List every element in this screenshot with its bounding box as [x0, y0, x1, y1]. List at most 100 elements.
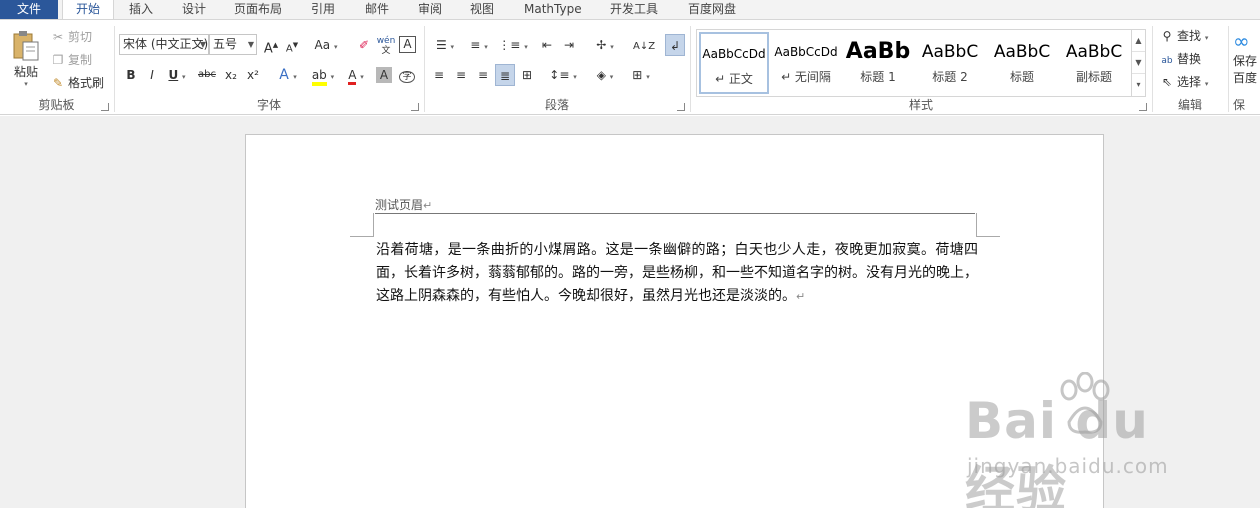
save-label: 保存 — [1233, 54, 1258, 68]
char-shading-button[interactable]: A — [376, 67, 392, 83]
line-spacing-button[interactable]: ↕≡ ▾ — [547, 64, 579, 86]
page-header[interactable]: 测试页眉↵ — [375, 196, 432, 213]
paste-icon — [13, 31, 39, 61]
tab-mailings[interactable]: 邮件 — [365, 0, 389, 19]
line-spacing-icon: ↕≡ — [549, 68, 570, 82]
chinese-layout-button[interactable]: ✢ ▾ — [589, 34, 621, 56]
bullets-button[interactable]: ☰ ▾ — [429, 34, 461, 56]
baidu-group: ∞ 保存 百度 保 — [1229, 20, 1260, 115]
font-size-select[interactable]: 五号 ▼ — [209, 34, 257, 55]
format-painter-button[interactable]: ✎ 格式刷 — [50, 73, 104, 93]
superscript-icon: x² — [247, 68, 259, 82]
enclose-char-button[interactable]: 字 — [397, 64, 417, 86]
tab-review[interactable]: 审阅 — [418, 0, 442, 19]
italic-icon: I — [150, 68, 154, 82]
copy-button[interactable]: ❐ 复制 — [50, 50, 92, 70]
clear-formatting-button[interactable]: ✐ — [354, 34, 374, 56]
find-button[interactable]: ⚲ 查找 ▾ — [1159, 26, 1209, 46]
font-name-value: 宋体 (中文正文) — [123, 37, 209, 51]
tab-developer[interactable]: 开发工具 — [610, 0, 658, 19]
sort-button[interactable]: A↓Z — [633, 34, 656, 56]
distributed-icon: ⊞ — [521, 68, 533, 82]
tab-baidu-netdisk[interactable]: 百度网盘 — [688, 0, 736, 19]
tab-references[interactable]: 引用 — [311, 0, 335, 19]
font-name-select[interactable]: 宋体 (中文正文) ▼ — [119, 34, 209, 55]
copy-label: 复制 — [68, 53, 93, 67]
highlight-button[interactable]: ab ▾ — [307, 64, 339, 86]
underline-button[interactable]: U ▾ — [163, 64, 191, 86]
distributed-button[interactable]: ⊞ — [517, 64, 537, 86]
watermark-url: jingyan.baidu.com — [967, 454, 1169, 478]
strikethrough-button[interactable]: abc — [195, 64, 219, 86]
bullet-list-icon: ☰ — [435, 38, 447, 52]
scissors-icon: ✂ — [52, 30, 64, 44]
show-marks-button[interactable]: ↲ — [665, 34, 685, 56]
enclose-char-icon: 字 — [399, 71, 415, 83]
numbering-button[interactable]: ≡ ▾ — [463, 34, 495, 56]
char-border-button[interactable]: A — [399, 36, 416, 53]
grow-font-icon: A — [263, 41, 273, 57]
justify-icon: ≣ — [499, 69, 511, 83]
header-text: 测试页眉 — [375, 198, 424, 212]
margin-corner-left — [350, 213, 374, 237]
shrink-font-button[interactable]: A▼ — [282, 34, 302, 56]
select-label: 选择 — [1177, 75, 1202, 89]
chevron-down-icon: ▼ — [199, 40, 206, 49]
subscript-button[interactable]: x₂ — [221, 64, 241, 86]
clipboard-launcher-icon[interactable] — [101, 103, 109, 111]
select-button[interactable]: ⇖ 选择 ▾ — [1159, 72, 1208, 92]
tab-insert[interactable]: 插入 — [129, 0, 153, 19]
font-size-value: 五号 — [213, 37, 238, 51]
paste-button[interactable]: 粘贴 ▾ — [6, 28, 46, 98]
align-center-button[interactable]: ≡ — [451, 64, 471, 86]
body-text: 沿着荷塘，是一条曲折的小煤屑路。这是一条幽僻的路；白天也少人走，夜晚更加寂寞。荷… — [376, 242, 978, 304]
change-case-button[interactable]: Aa ▾ — [311, 34, 341, 56]
tab-mathtype[interactable]: MathType — [524, 0, 582, 19]
align-right-button[interactable]: ≡ — [473, 64, 493, 86]
phonetic-guide-button[interactable]: wén 文 — [376, 34, 396, 56]
underline-icon: U — [168, 68, 179, 82]
cursor-icon: ⇖ — [1161, 75, 1173, 89]
tab-design[interactable]: 设计 — [182, 0, 206, 19]
paragraph-launcher-icon[interactable] — [677, 103, 685, 111]
cut-button[interactable]: ✂ 剪切 — [50, 27, 92, 47]
styles-group-label: 样式 — [908, 98, 933, 112]
text-effects-button[interactable]: A ▾ — [273, 64, 303, 86]
strikethrough-icon: abc — [198, 69, 216, 80]
align-left-button[interactable]: ≡ — [429, 64, 449, 86]
clipboard-group-label: 剪贴板 — [38, 98, 75, 112]
grow-font-button[interactable]: A▲ — [261, 34, 281, 56]
multilevel-list-icon: ⋮≡ — [498, 38, 521, 52]
sort-icon: A↓Z — [633, 41, 656, 52]
styles-launcher-icon[interactable] — [1139, 103, 1147, 111]
brush-icon: ✎ — [52, 76, 64, 90]
increase-indent-button[interactable]: ⇥ — [559, 34, 579, 56]
font-color-button[interactable]: A ▾ — [341, 64, 371, 86]
indent-icon: ⇥ — [563, 38, 575, 52]
header-divider — [375, 213, 975, 214]
copy-icon: ❐ — [52, 53, 64, 67]
binoculars-icon: ⚲ — [1162, 29, 1172, 43]
superscript-button[interactable]: x² — [243, 64, 263, 86]
tab-home[interactable]: 开始 — [62, 0, 114, 20]
tab-page-layout[interactable]: 页面布局 — [234, 0, 282, 19]
save-to-baidu-button[interactable]: ∞ 保存 百度 — [1233, 30, 1260, 86]
tab-view[interactable]: 视图 — [470, 0, 494, 19]
outdent-icon: ⇤ — [541, 38, 553, 52]
shading-button[interactable]: ◈ ▾ — [589, 64, 621, 86]
char-border-icon: A — [403, 37, 412, 51]
tab-file[interactable]: 文件 — [0, 0, 58, 19]
paste-label: 粘贴 — [13, 65, 38, 79]
justify-button[interactable]: ≣ — [495, 64, 515, 86]
multilevel-list-button[interactable]: ⋮≡ ▾ — [497, 34, 529, 56]
decrease-indent-button[interactable]: ⇤ — [537, 34, 557, 56]
paste-dropdown-icon[interactable]: ▾ — [6, 80, 46, 88]
bold-button[interactable]: B — [121, 64, 141, 86]
replace-button[interactable]: ab 替换 — [1159, 49, 1201, 69]
watermark-logo-text: Bai du 经验 — [965, 392, 1149, 508]
font-launcher-icon[interactable] — [411, 103, 419, 111]
italic-button[interactable]: I — [142, 64, 162, 86]
borders-button[interactable]: ⊞ ▾ — [625, 64, 657, 86]
body-paragraph[interactable]: 沿着荷塘，是一条曲折的小煤屑路。这是一条幽僻的路；白天也少人走，夜晚更加寂寞。荷… — [376, 239, 978, 308]
font-color-icon: A — [348, 68, 357, 85]
